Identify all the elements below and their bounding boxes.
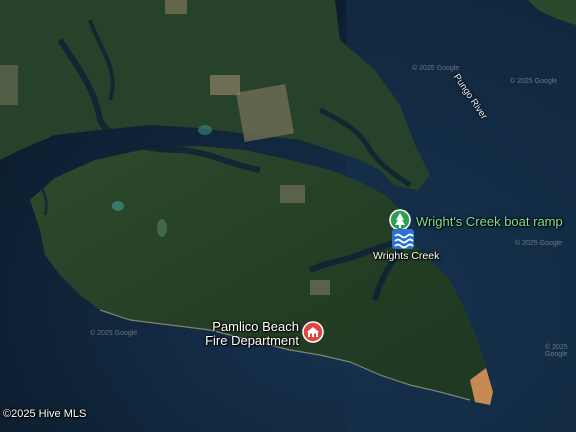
pond-3 (157, 219, 167, 237)
place-label[interactable]: Wrights Creek (373, 250, 439, 262)
field-2 (210, 75, 240, 95)
field-5 (0, 65, 18, 105)
field-4 (310, 280, 330, 295)
copyright-label: ©2025 Hive MLS (3, 408, 87, 420)
fire-label-line2: Fire Department (205, 333, 299, 348)
satellite-map[interactable]: © 2025 Google © 2025 Google © 2025 Googl… (0, 0, 576, 432)
water-waves-icon (392, 229, 414, 249)
tree-pin-icon[interactable] (389, 209, 411, 231)
fire-department-label[interactable]: Pamlico Beach Fire Department (205, 320, 299, 348)
field-3 (280, 185, 305, 203)
fire-label-line1: Pamlico Beach (212, 319, 299, 334)
pond-1 (112, 201, 124, 211)
fire-station-pin-icon[interactable] (302, 321, 324, 343)
pond-2 (198, 125, 212, 135)
field-1 (236, 84, 294, 142)
boat-ramp-label[interactable]: Wright's Creek boat ramp (416, 214, 563, 229)
field-6 (165, 0, 187, 14)
